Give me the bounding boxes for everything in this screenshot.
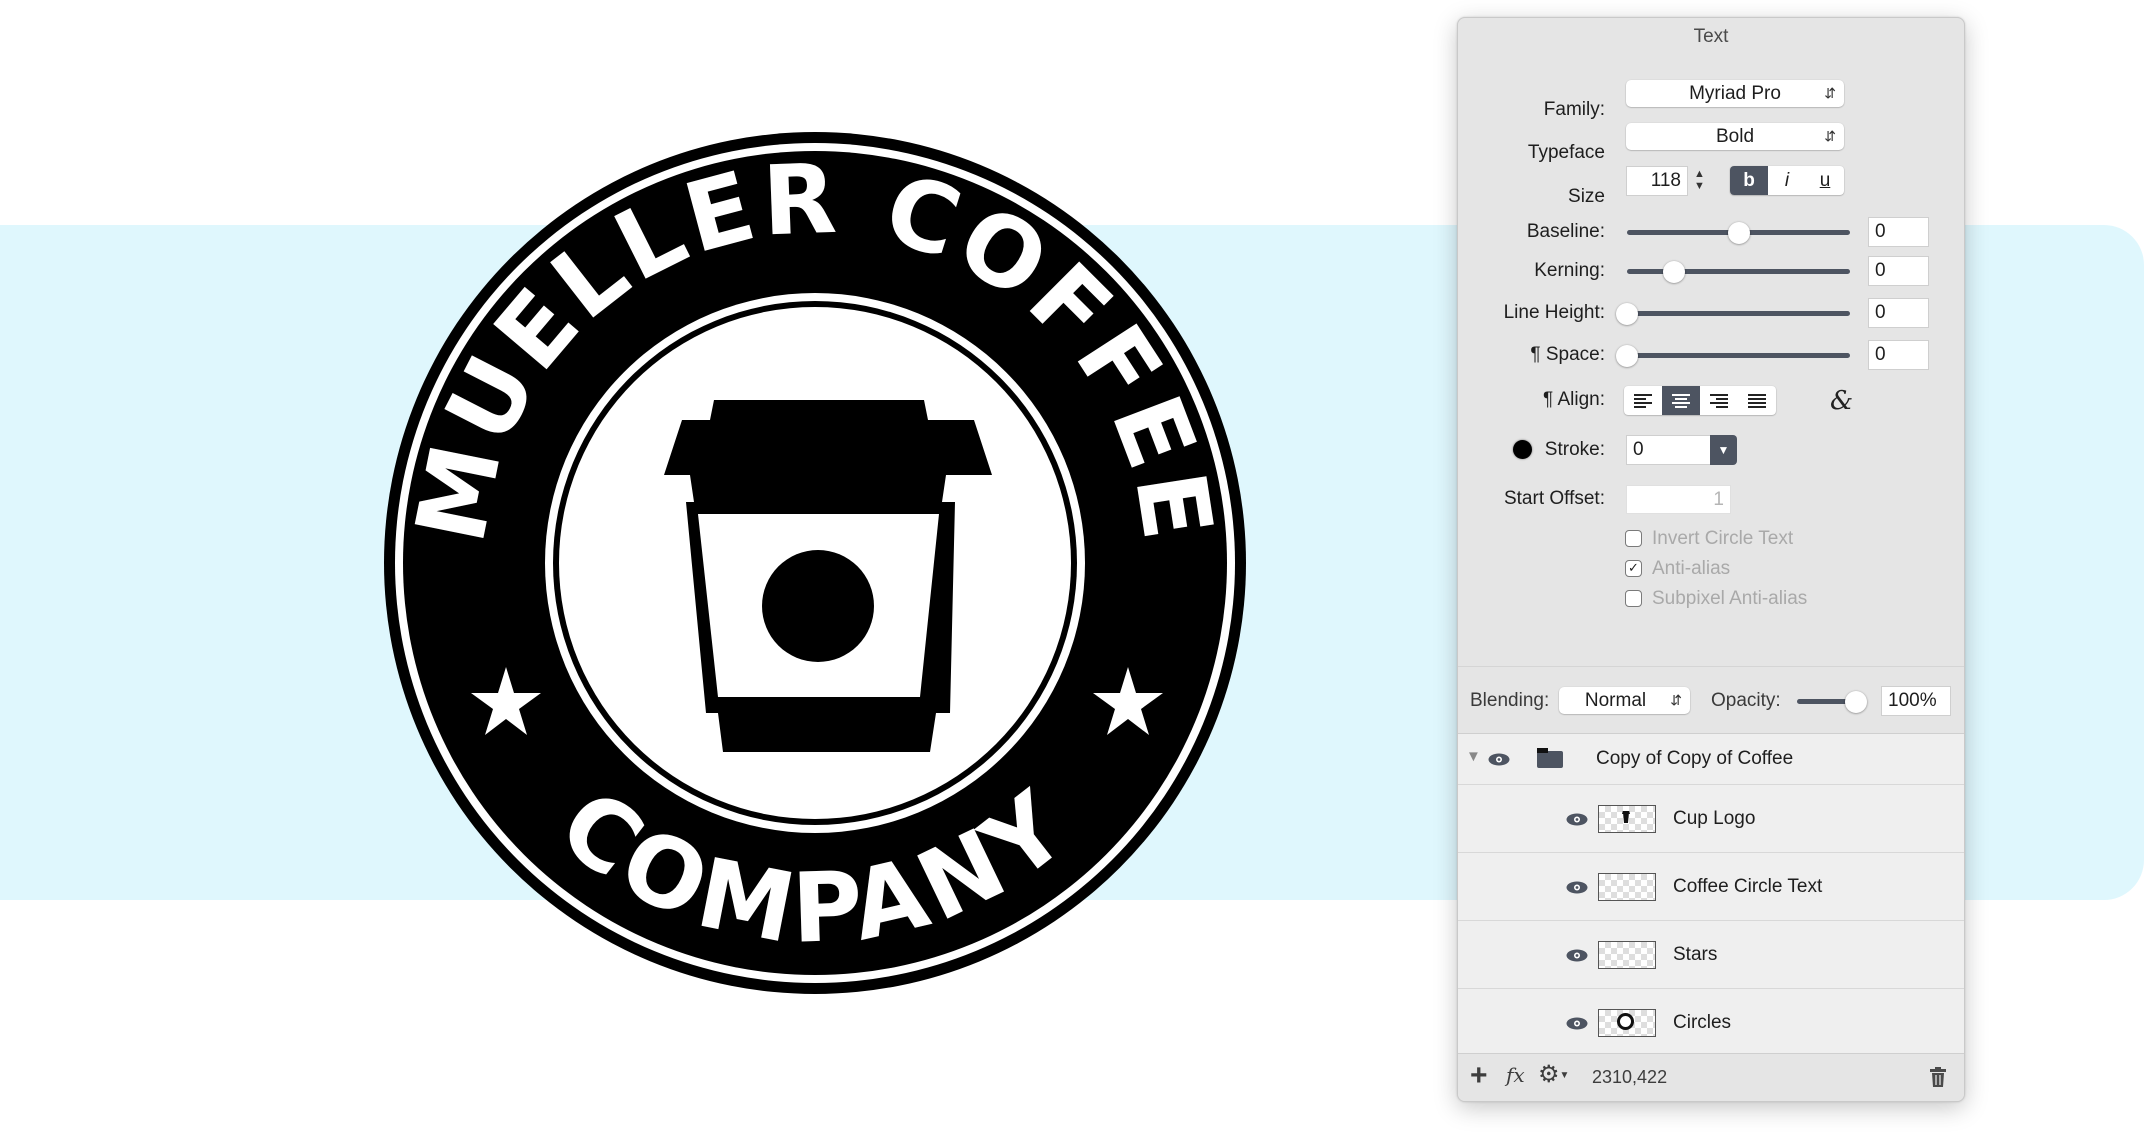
blending-label: Blending: [1470, 690, 1550, 711]
checkmark-icon: ✓ [1628, 560, 1639, 575]
typeface-popup[interactable]: Bold ⇵ [1626, 123, 1844, 150]
start-offset-label: Start Offset: [1503, 488, 1605, 509]
layer-thumbnail [1598, 805, 1656, 833]
slider-thumb[interactable] [1727, 221, 1750, 244]
underline-button[interactable]: u [1806, 166, 1844, 195]
eye-icon[interactable] [1566, 949, 1588, 962]
invert-circle-text-label: Invert Circle Text [1652, 528, 1794, 549]
invert-circle-text-checkbox[interactable] [1625, 530, 1642, 547]
cursor-coordinates: 2310,422 [1592, 1067, 1668, 1087]
blending-mode-popup[interactable]: Normal ⇵ [1559, 687, 1690, 714]
layer-row[interactable]: Coffee Circle Text [1458, 853, 1964, 921]
paragraph-space-slider[interactable] [1616, 344, 1850, 367]
chevron-down-icon: ▼ [1559, 1070, 1570, 1082]
trash-icon[interactable] [1930, 1067, 1946, 1087]
slider-thumb[interactable] [1616, 302, 1638, 325]
baseline-label: Baseline: [1526, 221, 1605, 242]
layer-row[interactable]: Stars [1458, 921, 1964, 989]
opacity-field[interactable]: 100% [1881, 686, 1951, 716]
font-size-field[interactable]: 118 [1626, 166, 1688, 196]
eye-icon[interactable] [1566, 813, 1588, 826]
eye-icon[interactable] [1566, 881, 1588, 894]
align-justify-button[interactable] [1738, 386, 1776, 415]
align-left-icon [1634, 393, 1652, 408]
layer-thumbnail [1598, 941, 1656, 969]
layer-thumbnail [1598, 1009, 1656, 1037]
align-right-button[interactable] [1700, 386, 1738, 415]
typeface-label: Typeface [1527, 142, 1605, 163]
line-height-label: Line Height: [1503, 302, 1605, 323]
text-inspector-panel: Text Family: Myriad Pro ⇵ Typeface Bold … [1457, 17, 1965, 1102]
bold-button[interactable]: b [1730, 166, 1768, 195]
layer-row[interactable]: Cup Logo [1458, 785, 1964, 853]
size-stepper[interactable]: ▲ ▼ [1694, 168, 1705, 192]
subpixel-anti-alias-label: Subpixel Anti-alias [1652, 588, 1808, 609]
chevron-updown-icon: ⇵ [1824, 85, 1836, 101]
font-family-popup[interactable]: Myriad Pro ⇵ [1626, 80, 1844, 107]
opacity-slider[interactable] [1797, 690, 1867, 713]
eye-icon[interactable] [1488, 753, 1510, 766]
ligature-button[interactable]: & [1830, 386, 1853, 416]
circle-thumbnail-icon [1617, 1013, 1634, 1030]
disclosure-triangle-icon[interactable]: ▼ [1466, 748, 1481, 765]
stroke-dropdown-button[interactable]: ▼ [1710, 435, 1737, 465]
anti-alias-label: Anti-alias [1652, 558, 1731, 579]
align-right-icon [1710, 393, 1728, 408]
layer-thumbnail [1598, 873, 1656, 901]
blending-mode-value: Normal [1584, 690, 1647, 711]
italic-button[interactable]: i [1768, 166, 1806, 195]
cup-thumbnail-icon [1622, 811, 1630, 823]
layer-row[interactable]: Circles [1458, 989, 1964, 1057]
chevron-updown-icon: ⇵ [1670, 692, 1682, 708]
layer-group-row[interactable]: ▼ Copy of Copy of Coffee [1458, 734, 1964, 785]
align-center-button[interactable] [1662, 386, 1700, 415]
kerning-slider[interactable] [1627, 260, 1850, 283]
stroke-width-field[interactable]: 0 [1626, 435, 1711, 465]
size-label: Size [1568, 186, 1605, 207]
kerning-field[interactable]: 0 [1868, 256, 1929, 286]
stroke-label: Stroke: [1544, 439, 1605, 460]
layers-footer: + fx ⚙▼ 2310,422 [1458, 1053, 1964, 1101]
gear-icon: ⚙ [1538, 1061, 1560, 1088]
subpixel-anti-alias-checkbox[interactable] [1625, 590, 1642, 607]
effects-button[interactable]: fx [1506, 1063, 1525, 1087]
typeface-value: Bold [1715, 126, 1755, 147]
folder-icon [1537, 748, 1563, 768]
line-height-slider[interactable] [1616, 302, 1850, 325]
slider-thumb[interactable] [1845, 690, 1867, 713]
line-height-field[interactable]: 0 [1868, 298, 1929, 328]
baseline-slider[interactable] [1627, 221, 1850, 244]
paragraph-space-label: ¶ Space: [1530, 344, 1605, 365]
font-family-value: Myriad Pro [1689, 83, 1781, 104]
paragraph-space-field[interactable]: 0 [1868, 340, 1929, 370]
group-name: Copy of Copy of Coffee [1596, 748, 1794, 769]
chevron-down-icon: ▼ [1717, 443, 1730, 457]
panel-title: Text [1693, 26, 1729, 47]
stroke-color-well[interactable] [1513, 440, 1532, 459]
align-justify-icon [1748, 393, 1766, 408]
anti-alias-checkbox[interactable]: ✓ [1625, 560, 1642, 577]
opacity-label: Opacity: [1711, 690, 1781, 711]
start-offset-field[interactable]: 1 [1626, 485, 1731, 514]
gear-menu-button[interactable]: ⚙▼ [1538, 1060, 1569, 1089]
add-layer-button[interactable]: + [1470, 1058, 1488, 1094]
text-style-segmented: b i u [1730, 166, 1844, 195]
eye-icon[interactable] [1566, 1017, 1588, 1030]
slider-thumb[interactable] [1616, 344, 1638, 367]
align-segmented [1624, 386, 1776, 415]
family-label: Family: [1543, 99, 1605, 120]
align-center-icon [1672, 393, 1690, 408]
kerning-label: Kerning: [1534, 260, 1605, 281]
layer-name: Coffee Circle Text [1673, 876, 1823, 897]
align-label: ¶ Align: [1543, 389, 1605, 410]
cup-icon [664, 400, 992, 752]
layer-name: Circles [1673, 1012, 1732, 1033]
layer-name: Stars [1673, 944, 1718, 965]
layers-list: ▼ Copy of Copy of Coffee Cup Logo Coffee… [1458, 733, 1964, 1057]
chevron-updown-icon: ⇵ [1824, 128, 1836, 144]
align-left-button[interactable] [1624, 386, 1662, 415]
layer-name: Cup Logo [1673, 808, 1756, 829]
baseline-field[interactable]: 0 [1868, 217, 1929, 247]
slider-thumb[interactable] [1662, 260, 1685, 283]
